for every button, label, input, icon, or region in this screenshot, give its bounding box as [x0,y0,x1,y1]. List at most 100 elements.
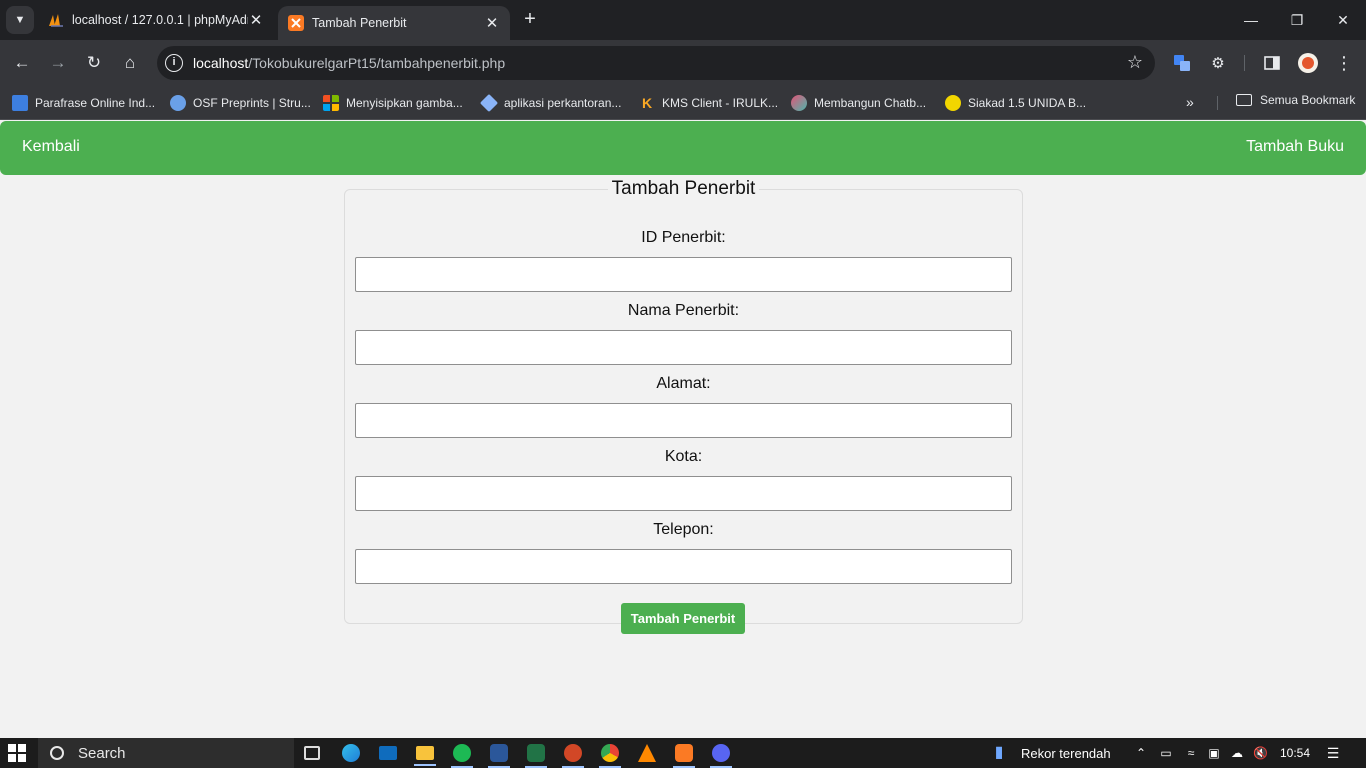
tambah-penerbit-button[interactable]: Tambah Penerbit [621,603,745,634]
windows-start-icon[interactable] [8,744,26,762]
chevron-down-icon: ▼ [14,14,26,26]
wifi-icon[interactable]: ≈ [1184,746,1198,760]
chevron-up-icon[interactable]: ⌃ [1134,746,1148,760]
bookmark-divider [1217,96,1218,110]
form-legend: Tambah Penerbit [611,178,756,199]
edge-icon[interactable] [342,744,360,762]
taskbar-search-label: Search [78,744,126,762]
restore-icon[interactable]: ❐ [1274,0,1320,40]
tambah-buku-link[interactable]: Tambah Buku [1246,138,1344,156]
nama-penerbit-label: Nama Penerbit: [627,302,740,319]
file-explorer-icon[interactable] [414,746,436,766]
xampp-taskbar-icon[interactable] [673,744,695,768]
battery-icon[interactable]: ▭ [1159,746,1173,760]
powerpoint-icon[interactable] [562,744,584,768]
profile-avatar[interactable] [1296,51,1320,75]
url-path: /TokobukurelgarPt15/tambahpenerbit.php [248,55,506,71]
taskbar-search-box[interactable]: Search [38,738,294,768]
phpmyadmin-icon [49,14,63,27]
bookmarks-bar: Parafrase Online Ind... OSF Preprints | … [0,86,1366,120]
microsoft-icon [323,95,339,111]
kota-label: Kota: [664,448,703,465]
kms-icon: K [641,95,653,111]
telepon-input[interactable] [355,549,1012,584]
bookmark-label: KMS Client - IRULK... [662,96,779,110]
bookmark-item[interactable]: OSF Preprints | Stru... [170,93,311,113]
side-panel-icon[interactable] [1260,51,1284,75]
word-icon[interactable] [488,744,510,768]
tab-title: Tambah Penerbit [312,16,407,30]
forward-arrow-icon[interactable]: → [44,49,72,77]
tab-search-button[interactable]: ▼ [6,6,34,34]
nama-penerbit-input[interactable] [355,330,1012,365]
bookmark-item[interactable]: aplikasi perkantoran... [479,93,621,113]
search-icon [50,746,64,760]
bookmark-item[interactable]: Siakad 1.5 UNIDA B... [945,93,1086,113]
back-arrow-icon[interactable]: ← [8,49,36,77]
minimize-icon[interactable]: — [1228,0,1274,40]
volume-muted-icon[interactable]: 🔇 [1253,746,1268,760]
all-bookmarks-label: Semua Bookmark [1260,93,1356,107]
page-content: Kembali Tambah Buku Tambah Penerbit ID P… [0,121,1366,738]
reload-icon[interactable]: ↻ [80,49,108,77]
bookmark-item[interactable]: Menyisipkan gamba... [323,93,463,113]
bookmark-item[interactable]: Parafrase Online Ind... [12,93,155,113]
tab-phpmyadmin[interactable]: localhost / 127.0.0.1 | phpMyAdmin ✕ [38,0,274,40]
bookmark-label: Siakad 1.5 UNIDA B... [968,96,1087,110]
mail-icon[interactable] [379,746,397,760]
bookmark-label: Menyisipkan gamba... [346,96,463,110]
cloud-icon[interactable]: ☁ [1230,746,1244,760]
bookmark-label: OSF Preprints | Stru... [193,96,311,110]
weather-label: Rekor terendah [1021,745,1111,761]
bookmark-item[interactable]: K KMS Client - IRULK... [639,93,778,113]
id-penerbit-label: ID Penerbit: [641,229,726,246]
clock[interactable]: 10:54 [1280,738,1310,768]
tab-tambah-penerbit[interactable]: Tambah Penerbit ✕ [278,6,510,40]
address-bar[interactable]: i localhost/TokobukurelgarPt15/tambahpen… [157,46,1155,80]
alamat-input[interactable] [355,403,1012,438]
close-icon[interactable]: ✕ [248,11,264,29]
bookmark-favicon-icon [479,93,499,113]
id-penerbit-input[interactable] [355,257,1012,292]
bookmark-favicon-icon [170,95,186,111]
bookmark-favicon-icon [12,95,28,111]
spotify-icon[interactable] [451,744,473,768]
bookmark-item[interactable]: Membangun Chatb... [791,93,926,113]
browser-tabstrip: ▼ localhost / 127.0.0.1 | phpMyAdmin ✕ T… [0,0,1366,40]
site-info-icon[interactable]: i [165,54,183,72]
menu-kebab-icon[interactable]: ⋮ [1332,51,1356,75]
vlc-icon[interactable] [638,744,656,762]
all-bookmarks-folder[interactable]: Semua Bookmark [1236,93,1355,107]
windows-taskbar: Search ▮ Rekor terendah ⌃ ▭ ≈ ▣ ☁ 🔇 10:5… [0,738,1366,768]
chevron-double-right-icon[interactable]: » [1186,94,1194,110]
url-text: localhost/TokobukurelgarPt15/tambahpener… [193,55,505,71]
browser-toolbar: ← → ↻ ⌂ i localhost/TokobukurelgarPt15/t… [0,40,1366,86]
meet-now-icon[interactable]: ▣ [1207,746,1221,760]
home-icon[interactable]: ⌂ [116,49,144,77]
extensions-icon[interactable]: ⚙ [1206,51,1230,75]
discord-icon[interactable] [710,744,732,768]
close-icon[interactable]: ✕ [484,14,500,32]
kota-input[interactable] [355,476,1012,511]
url-host: localhost [193,55,249,71]
tab-title: localhost / 127.0.0.1 | phpMyAdmin [72,13,248,27]
alamat-label: Alamat: [656,375,711,392]
xampp-icon [288,15,304,31]
thermometer-icon[interactable]: ▮ [992,745,1006,761]
add-publisher-form: Tambah Penerbit ID Penerbit: Nama Penerb… [344,178,1023,634]
bookmark-label: Parafrase Online Ind... [35,96,156,110]
translate-icon[interactable] [1170,51,1194,75]
weather-widget[interactable]: Rekor terendah [1021,738,1111,768]
close-window-icon[interactable]: ✕ [1320,0,1366,40]
excel-icon[interactable] [525,744,547,768]
toolbar-divider [1244,55,1245,71]
window-controls: — ❐ ✕ [1228,0,1366,40]
new-tab-button[interactable]: + [518,8,542,32]
chrome-icon[interactable] [599,744,621,768]
bookmark-star-icon[interactable]: ☆ [1127,52,1143,73]
telepon-label: Telepon: [653,521,714,538]
task-view-icon[interactable] [304,746,320,760]
kembali-link[interactable]: Kembali [22,138,80,156]
notification-icon[interactable]: ☰ [1326,746,1340,760]
top-navbar: Kembali Tambah Buku [0,121,1366,175]
